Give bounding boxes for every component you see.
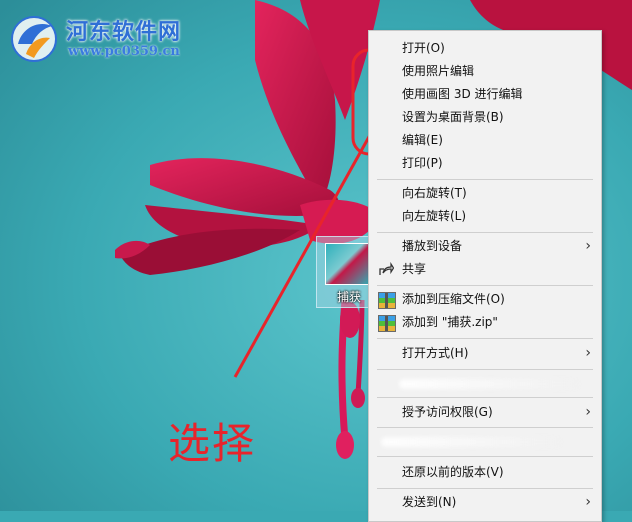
menu-item-label: 使用画图 3D 进行编辑 (402, 87, 523, 101)
menu-separator (377, 285, 593, 286)
menu-separator (377, 232, 593, 233)
menu-item-obscured[interactable] (369, 372, 601, 395)
image-thumbnail-icon (325, 243, 369, 285)
menu-item-label: 设置为桌面背景(B) (402, 110, 504, 124)
menu-item-rotate-left[interactable]: 向左旋转(L) (369, 205, 601, 228)
menu-separator (377, 397, 593, 398)
share-icon (379, 262, 394, 275)
menu-item-label: 打印(P) (402, 156, 443, 170)
menu-item-edit-with-paint3d[interactable]: 使用画图 3D 进行编辑 (369, 83, 601, 106)
menu-item-share[interactable]: 共享 (369, 258, 601, 281)
menu-item-add-to-zip[interactable]: 添加到 "捕获.zip" (369, 311, 601, 334)
annotation-label: 选择 (168, 419, 257, 468)
menu-item-label: 添加到压缩文件(O) (402, 292, 505, 306)
menu-separator (377, 456, 593, 457)
submenu-arrow-icon: › (585, 404, 591, 420)
menu-item-print[interactable]: 打印(P) (369, 152, 601, 175)
submenu-arrow-icon: › (585, 238, 591, 254)
archive-icon (378, 292, 396, 309)
menu-item-label: 编辑(E) (402, 133, 443, 147)
menu-item-label: 共享 (402, 262, 427, 276)
menu-separator (377, 179, 593, 180)
menu-item-label: 打开方式(H) (402, 346, 469, 360)
menu-item-restore-previous-versions[interactable]: 还原以前的版本(V) (369, 461, 601, 484)
menu-item-cast-to-device[interactable]: 播放到设备 › (369, 235, 601, 258)
menu-separator (377, 427, 593, 428)
menu-item-set-desktop-background[interactable]: 设置为桌面背景(B) (369, 106, 601, 129)
obscured-label (381, 437, 561, 447)
menu-separator (377, 488, 593, 489)
watermark-title: 河东软件网 (66, 19, 182, 45)
desktop-file-label: 捕获 (337, 290, 362, 304)
obscured-label (399, 379, 579, 389)
menu-item-label: 使用照片编辑 (402, 64, 475, 78)
menu-item-label: 播放到设备 (402, 239, 463, 253)
context-menu: 打开(O) 使用照片编辑 使用画图 3D 进行编辑 设置为桌面背景(B) 编辑(… (368, 30, 602, 522)
menu-item-add-to-archive[interactable]: 添加到压缩文件(O) (369, 288, 601, 311)
menu-item-give-access[interactable]: 授予访问权限(G) › (369, 401, 601, 424)
menu-item-label: 向左旋转(L) (402, 209, 467, 223)
menu-item-label: 授予访问权限(G) (402, 405, 493, 419)
menu-separator (377, 369, 593, 370)
archive-icon (378, 315, 396, 332)
watermark-url: www.pc0359.cn (68, 44, 180, 59)
menu-item-label: 打开(O) (402, 41, 445, 55)
menu-item-label: 添加到 "捕获.zip" (402, 315, 498, 329)
menu-separator (377, 338, 593, 339)
desktop-file-icon[interactable]: 捕获 (316, 236, 376, 308)
submenu-arrow-icon: › (585, 345, 591, 361)
menu-item-edit[interactable]: 编辑(E) (369, 129, 601, 152)
menu-item-label: 还原以前的版本(V) (402, 465, 504, 479)
menu-item-label: 向右旋转(T) (402, 186, 467, 200)
menu-item-edit-with-photos[interactable]: 使用照片编辑 (369, 60, 601, 83)
menu-item-obscured[interactable] (369, 430, 601, 453)
watermark-logo-icon (11, 16, 57, 62)
menu-item-open[interactable]: 打开(O) (369, 37, 601, 60)
menu-item-open-with[interactable]: 打开方式(H) › (369, 342, 601, 365)
menu-item-rotate-right[interactable]: 向右旋转(T) (369, 182, 601, 205)
